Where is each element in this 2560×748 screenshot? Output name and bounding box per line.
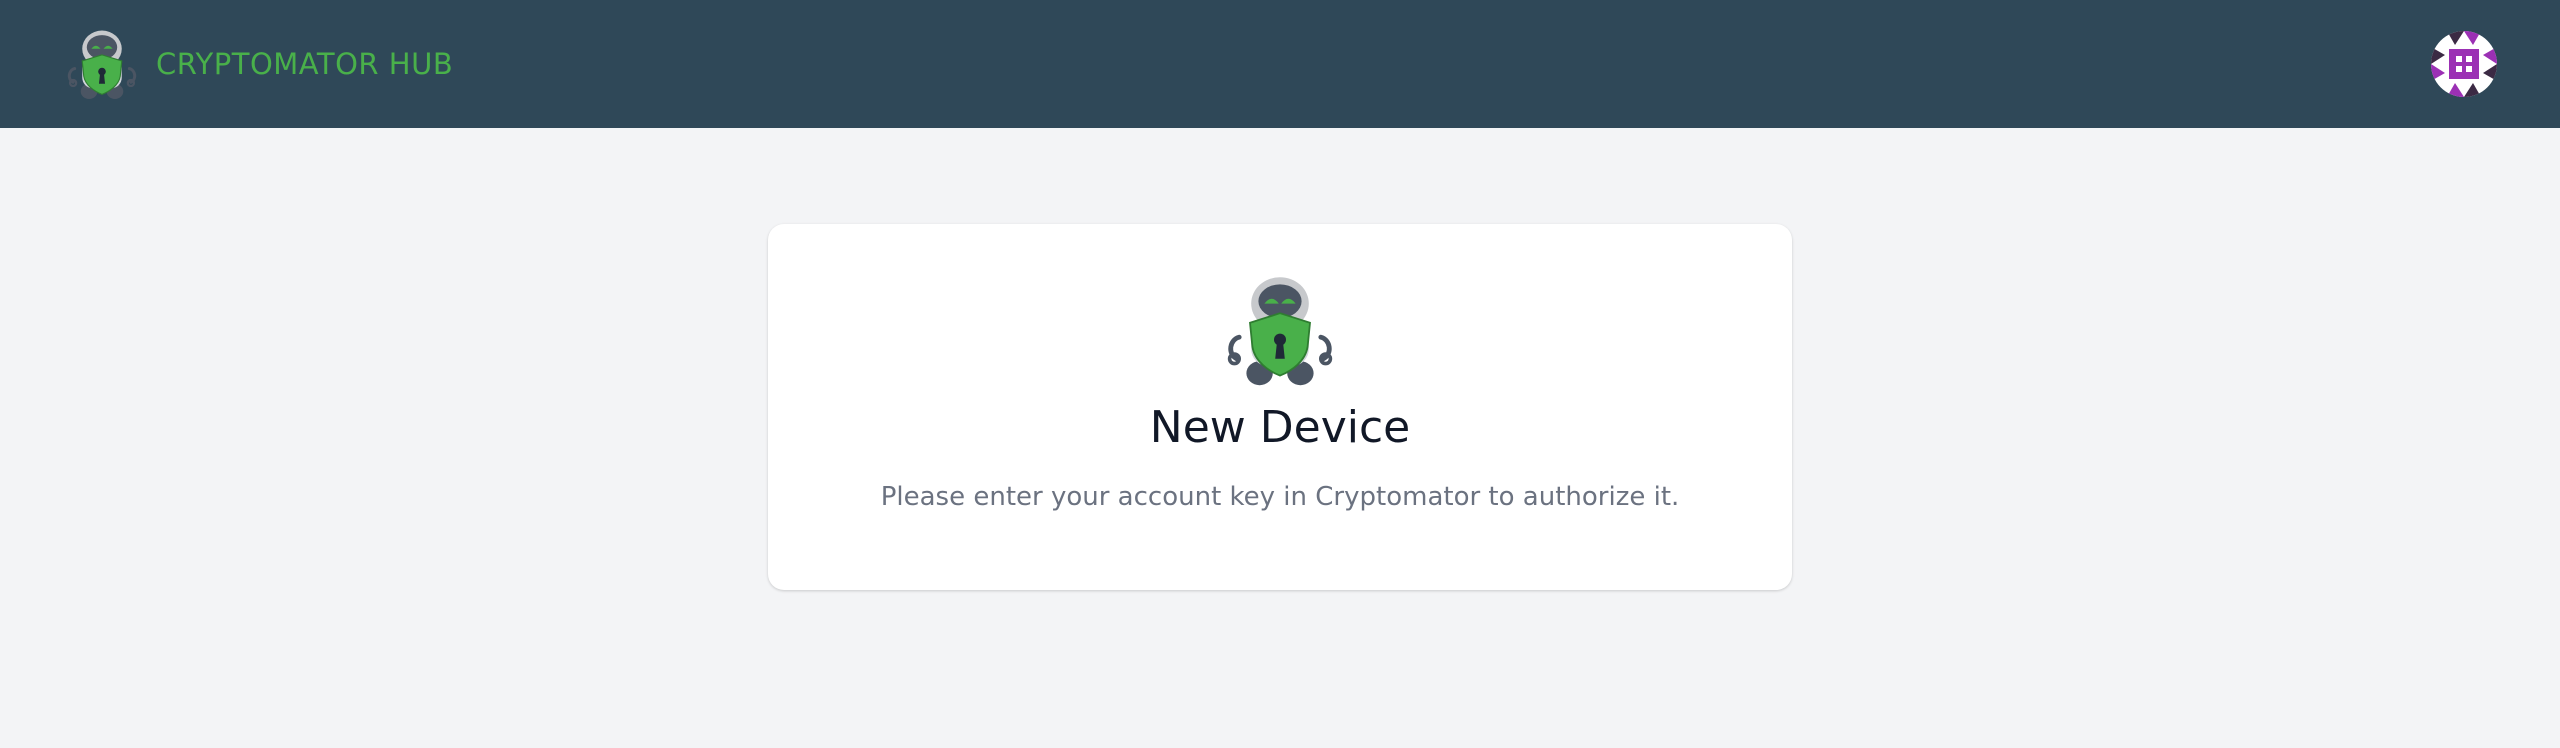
top-navigation-bar: CRYPTOMATOR HUB bbox=[0, 0, 2560, 128]
instruction-message: Please enter your account key in Cryptom… bbox=[880, 482, 1680, 512]
home-link[interactable]: CRYPTOMATOR HUB bbox=[64, 26, 453, 102]
cryptomator-robot-icon bbox=[1227, 277, 1333, 386]
new-device-card: New Device Please enter your account key… bbox=[768, 224, 1792, 590]
user-identicon-avatar bbox=[2431, 31, 2497, 97]
app-title: CRYPTOMATOR HUB bbox=[156, 47, 454, 81]
user-avatar-button[interactable] bbox=[2431, 31, 2497, 97]
cryptomator-robot-icon bbox=[67, 30, 137, 99]
page-title: New Device bbox=[1149, 402, 1411, 453]
